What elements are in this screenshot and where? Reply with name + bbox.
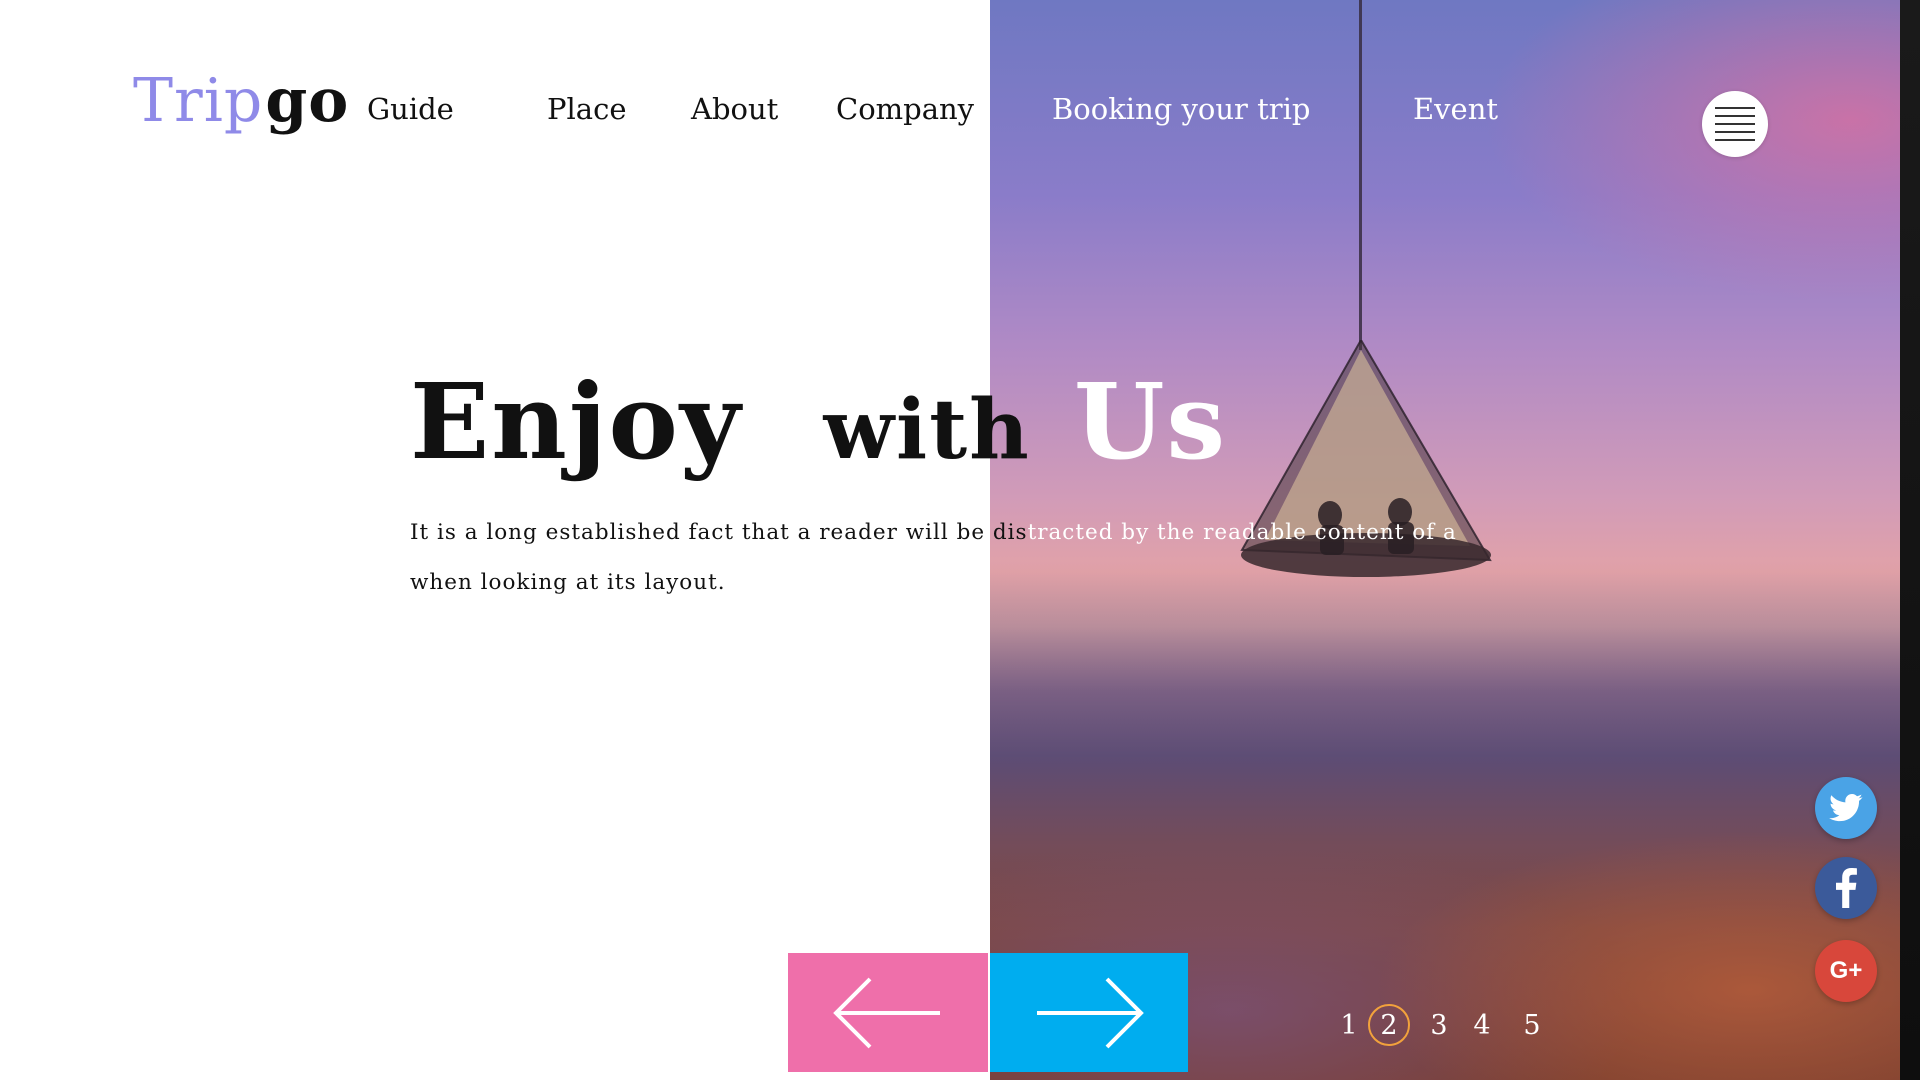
- twitter-button[interactable]: [1815, 777, 1877, 839]
- menu-button[interactable]: [1702, 91, 1768, 157]
- hero-description-line1-left: It is a long established fact that a rea…: [410, 520, 1028, 545]
- hamburger-icon-bar: [1715, 131, 1755, 133]
- page-number-1[interactable]: 1: [1328, 1004, 1370, 1046]
- nav-item-company[interactable]: Company: [836, 92, 974, 126]
- page-number-2-active[interactable]: 2: [1368, 1004, 1410, 1046]
- slide-pagination: 1 2 3 4 5: [0, 1004, 1920, 1046]
- hanging-rope: [1359, 0, 1362, 350]
- hamburger-icon-bar: [1715, 123, 1755, 125]
- hero-title: Enjoy with Us: [410, 360, 1227, 483]
- main-navigation: Guide Place About Company Booking your t…: [0, 92, 1920, 132]
- hamburger-icon: [1715, 107, 1755, 109]
- hamburger-icon-bar: [1715, 139, 1755, 141]
- hero-title-word-enjoy: Enjoy: [410, 360, 743, 483]
- hero-description: It is a long established fact that a rea…: [410, 520, 1470, 595]
- nav-item-booking-your-trip[interactable]: Booking your trip: [1052, 92, 1311, 126]
- right-edge-strip: [1900, 0, 1920, 1080]
- facebook-icon: [1836, 868, 1857, 908]
- hero-title-word-with: with: [823, 382, 1031, 478]
- nav-item-event[interactable]: Event: [1413, 92, 1498, 126]
- hero-title-word-us: Us: [1073, 360, 1228, 483]
- page-number-4[interactable]: 4: [1461, 1004, 1503, 1046]
- nav-item-guide[interactable]: Guide: [367, 92, 454, 126]
- hero-description-line2: when looking at its layout.: [410, 570, 726, 595]
- page-number-5[interactable]: 5: [1511, 1004, 1553, 1046]
- google-plus-button[interactable]: G+: [1815, 940, 1877, 1002]
- facebook-button[interactable]: [1815, 857, 1877, 919]
- google-plus-icon: G+: [1829, 957, 1863, 984]
- twitter-icon: [1829, 793, 1863, 822]
- nav-item-about[interactable]: About: [691, 92, 778, 126]
- hamburger-icon-bar: [1715, 115, 1755, 117]
- page-number-3[interactable]: 3: [1418, 1004, 1460, 1046]
- nav-item-place[interactable]: Place: [547, 92, 626, 126]
